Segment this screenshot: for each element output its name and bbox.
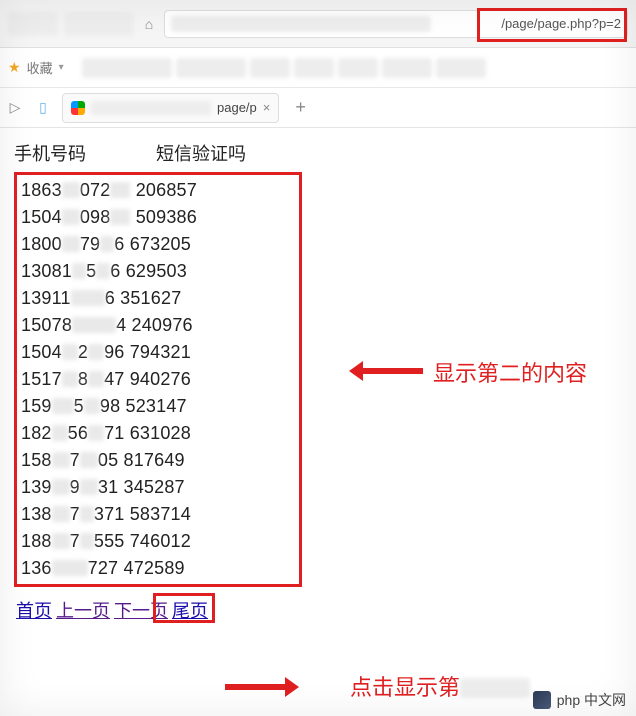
watermark-text: php 中文网: [557, 690, 626, 710]
table-row: 150784 240976: [17, 312, 299, 339]
tab-title-visible: page/p: [217, 100, 257, 115]
redacted-bookmark: [250, 58, 290, 78]
redacted-bookmark: [338, 58, 378, 78]
sidebar-toggle-icon[interactable]: ▷: [6, 99, 24, 117]
bookmarks-bar: ★ 收藏 ▾: [0, 48, 636, 88]
chevron-down-icon[interactable]: ▾: [59, 62, 64, 73]
redacted-bookmark: [382, 58, 432, 78]
watermark: php 中文网: [533, 690, 626, 710]
redacted-url: [171, 16, 431, 32]
new-tab-button[interactable]: +: [289, 97, 312, 118]
table-headers: 手机号码 短信验证吗: [14, 140, 622, 166]
annotation-text: 点击显示第: [350, 670, 530, 702]
logo-icon: [533, 691, 551, 709]
table-row: 1887555 746012: [17, 528, 299, 555]
arrow-icon: [225, 684, 295, 690]
pager-prev[interactable]: 上一页: [56, 597, 110, 623]
tab-strip: ▷ ▯ page/p × +: [0, 88, 636, 128]
pager-first[interactable]: 首页: [16, 597, 52, 623]
redacted-bookmark: [176, 58, 246, 78]
table-row: 1504296 794321: [17, 339, 299, 366]
favicon-icon: [71, 101, 85, 115]
table-row: 159598 523147: [17, 393, 299, 420]
pagination: 首页 上一页 下一页 尾页: [14, 593, 622, 627]
table-row: 1517847 940276: [17, 366, 299, 393]
close-icon[interactable]: ×: [263, 100, 271, 115]
pager-last[interactable]: 尾页: [172, 597, 208, 623]
pager-next[interactable]: 下一页: [114, 597, 168, 623]
col-code: 短信验证吗: [156, 140, 246, 166]
browser-tab[interactable]: page/p ×: [62, 93, 279, 123]
redacted-bookmark: [436, 58, 486, 78]
bookmarks-label[interactable]: 收藏: [27, 58, 53, 77]
url-visible: /page/page.php?p=2: [501, 16, 621, 31]
table-row: 158705 817649: [17, 447, 299, 474]
address-bar[interactable]: /page/page.php?p=2: [164, 10, 628, 38]
browser-top-bar: ⌂ /page/page.php?p=2: [0, 0, 636, 48]
table-row: 139931 345287: [17, 474, 299, 501]
table-row: 1308156 629503: [17, 258, 299, 285]
table-row: 1800796 673205: [17, 231, 299, 258]
col-phone: 手机号码: [14, 140, 86, 166]
table-row: 1825671 631028: [17, 420, 299, 447]
table-row: 1387371 583714: [17, 501, 299, 528]
redacted-bookmark: [82, 58, 172, 78]
star-icon: ★: [8, 59, 21, 76]
home-icon[interactable]: ⌂: [140, 15, 158, 33]
table-row: 139116 351627: [17, 285, 299, 312]
data-table: 1863072 206857 1504098 509386 1800796 67…: [14, 172, 302, 587]
redacted-box: [8, 12, 58, 36]
table-row: 1504098 509386: [17, 204, 299, 231]
table-row: 136727 472589: [17, 555, 299, 582]
redacted-bookmark: [294, 58, 334, 78]
redacted-box: [64, 12, 134, 36]
annotation-text: 显示第二的内容: [433, 356, 587, 388]
phone-icon[interactable]: ▯: [34, 99, 52, 117]
table-row: 1863072 206857: [17, 177, 299, 204]
redacted-tab-title: [91, 101, 211, 115]
arrow-icon: [353, 368, 423, 374]
